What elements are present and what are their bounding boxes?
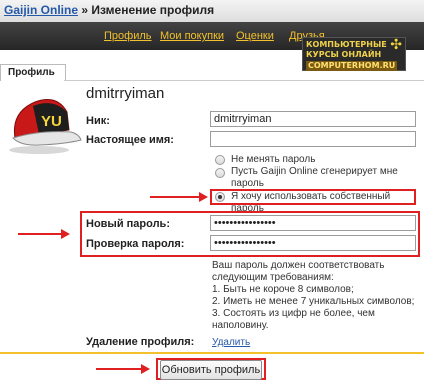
new-password-input[interactable]	[210, 215, 416, 231]
page-title: Изменение профиля	[91, 3, 215, 17]
section-title: Профиль	[8, 67, 55, 78]
section-divider	[64, 80, 424, 81]
watermark-logo-icon: ✣	[390, 37, 402, 53]
requirement-line: наполовину.	[212, 320, 269, 331]
cap-avatar-icon: YU	[9, 99, 82, 154]
breadcrumb-separator: »	[78, 3, 92, 17]
requirement-line: 3. Состоять из цифр не более, чем	[212, 308, 375, 319]
realname-input[interactable]	[210, 131, 416, 147]
requirement-line: 2. Иметь не менее 7 уникальных символов;	[212, 296, 415, 307]
profile-username: dmitrryiman	[86, 85, 165, 102]
nav-item-profile[interactable]: Профиль	[104, 30, 152, 42]
requirement-line: 1. Быть не короче 8 символов;	[212, 284, 354, 295]
delete-profile-label: Удаление профиля:	[86, 336, 195, 348]
watermark-line: КУРСЫ ОНЛАЙН	[306, 50, 382, 59]
annotation-arrow	[96, 368, 142, 370]
new-password-label: Новый пароль:	[86, 218, 170, 230]
nav-item-ratings[interactable]: Оценки	[236, 30, 274, 42]
confirm-password-input[interactable]	[210, 235, 416, 251]
requirement-line: следующим требованиям:	[212, 272, 334, 283]
update-profile-button[interactable]: Обновить профиль	[160, 360, 262, 380]
confirm-password-label: Проверка пароля:	[86, 238, 185, 250]
avatar-text: YU	[41, 113, 62, 130]
nav-item-purchases[interactable]: Мои покупки	[160, 30, 224, 42]
requirement-line: Ваш пароль должен соответствовать	[212, 260, 385, 271]
radio-own-password[interactable]	[215, 192, 225, 202]
annotation-arrow-head	[199, 192, 208, 202]
watermark: КОМПЬЮТЕРНЫЕ КУРСЫ ОНЛАЙН COMPUTERHOM.RU…	[302, 37, 406, 71]
annotation-arrow	[18, 233, 62, 235]
watermark-line: КОМПЬЮТЕРНЫЕ	[306, 40, 387, 49]
nick-label: Ник:	[86, 115, 110, 127]
annotation-arrow-head	[141, 364, 150, 374]
password-requirements: Ваш пароль должен соответствовать следую…	[212, 260, 420, 332]
realname-label: Настоящее имя:	[86, 134, 174, 146]
annotation-arrow	[150, 196, 200, 198]
delete-profile-link[interactable]: Удалить	[212, 337, 250, 348]
breadcrumb: Gaijin Online » Изменение профиля	[4, 3, 214, 17]
option-generate-password-label: Пусть Gaijin Online сгенерирует мне паро…	[231, 166, 398, 189]
option-keep-password-label: Не менять пароль	[231, 154, 316, 165]
radio-keep-password[interactable]	[215, 155, 225, 165]
site-link[interactable]: Gaijin Online	[4, 3, 78, 17]
annotation-arrow-head	[61, 229, 70, 239]
radio-generate-password[interactable]	[215, 168, 225, 178]
watermark-line: COMPUTERHOM.RU	[306, 61, 398, 71]
avatar: YU	[5, 90, 83, 156]
nick-input[interactable]	[210, 111, 416, 127]
